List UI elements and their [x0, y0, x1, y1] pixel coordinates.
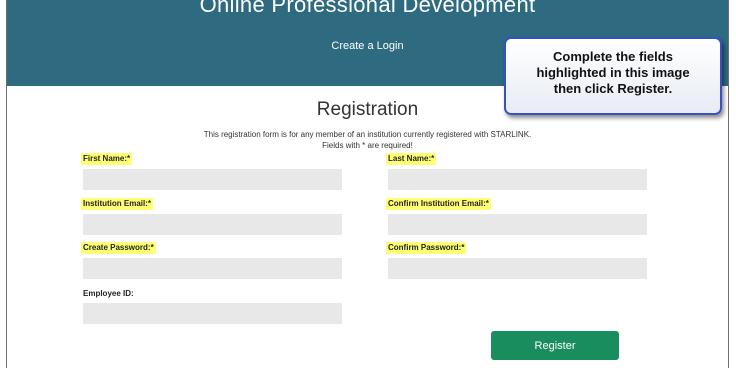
- callout-line-2: highlighted in this image: [536, 65, 690, 80]
- browser-frame: Online Professional Development Create a…: [6, 0, 729, 368]
- callout-line-1: Complete the fields: [553, 49, 673, 64]
- first-name-label: First Name:*: [81, 153, 133, 165]
- employee-id-input[interactable]: [83, 303, 342, 324]
- institution-email-label: Institution Email:*: [81, 198, 153, 210]
- first-name-input[interactable]: [83, 169, 342, 190]
- confirm-password-label: Confirm Password:*: [386, 242, 467, 254]
- description-line-2: Fields with * are required!: [322, 141, 413, 150]
- description-line-1: This registration form is for any member…: [203, 130, 532, 139]
- confirm-password-input[interactable]: [388, 258, 647, 279]
- confirm-institution-email-label: Confirm Institution Email:*: [386, 198, 491, 210]
- last-name-input[interactable]: [388, 169, 647, 190]
- create-password-label: Create Password:*: [81, 242, 156, 254]
- create-password-input[interactable]: [83, 258, 342, 279]
- callout-line-3: then click Register.: [553, 81, 673, 96]
- site-title: Online Professional Development: [199, 0, 536, 17]
- registration-title: Registration: [316, 99, 419, 120]
- institution-email-input[interactable]: [83, 214, 342, 235]
- employee-id-label: Employee ID:: [83, 289, 134, 298]
- registration-description: This registration form is for any member…: [7, 129, 728, 151]
- last-name-label: Last Name:*: [386, 153, 437, 165]
- register-button[interactable]: Register: [491, 331, 619, 360]
- confirm-institution-email-input[interactable]: [388, 214, 647, 235]
